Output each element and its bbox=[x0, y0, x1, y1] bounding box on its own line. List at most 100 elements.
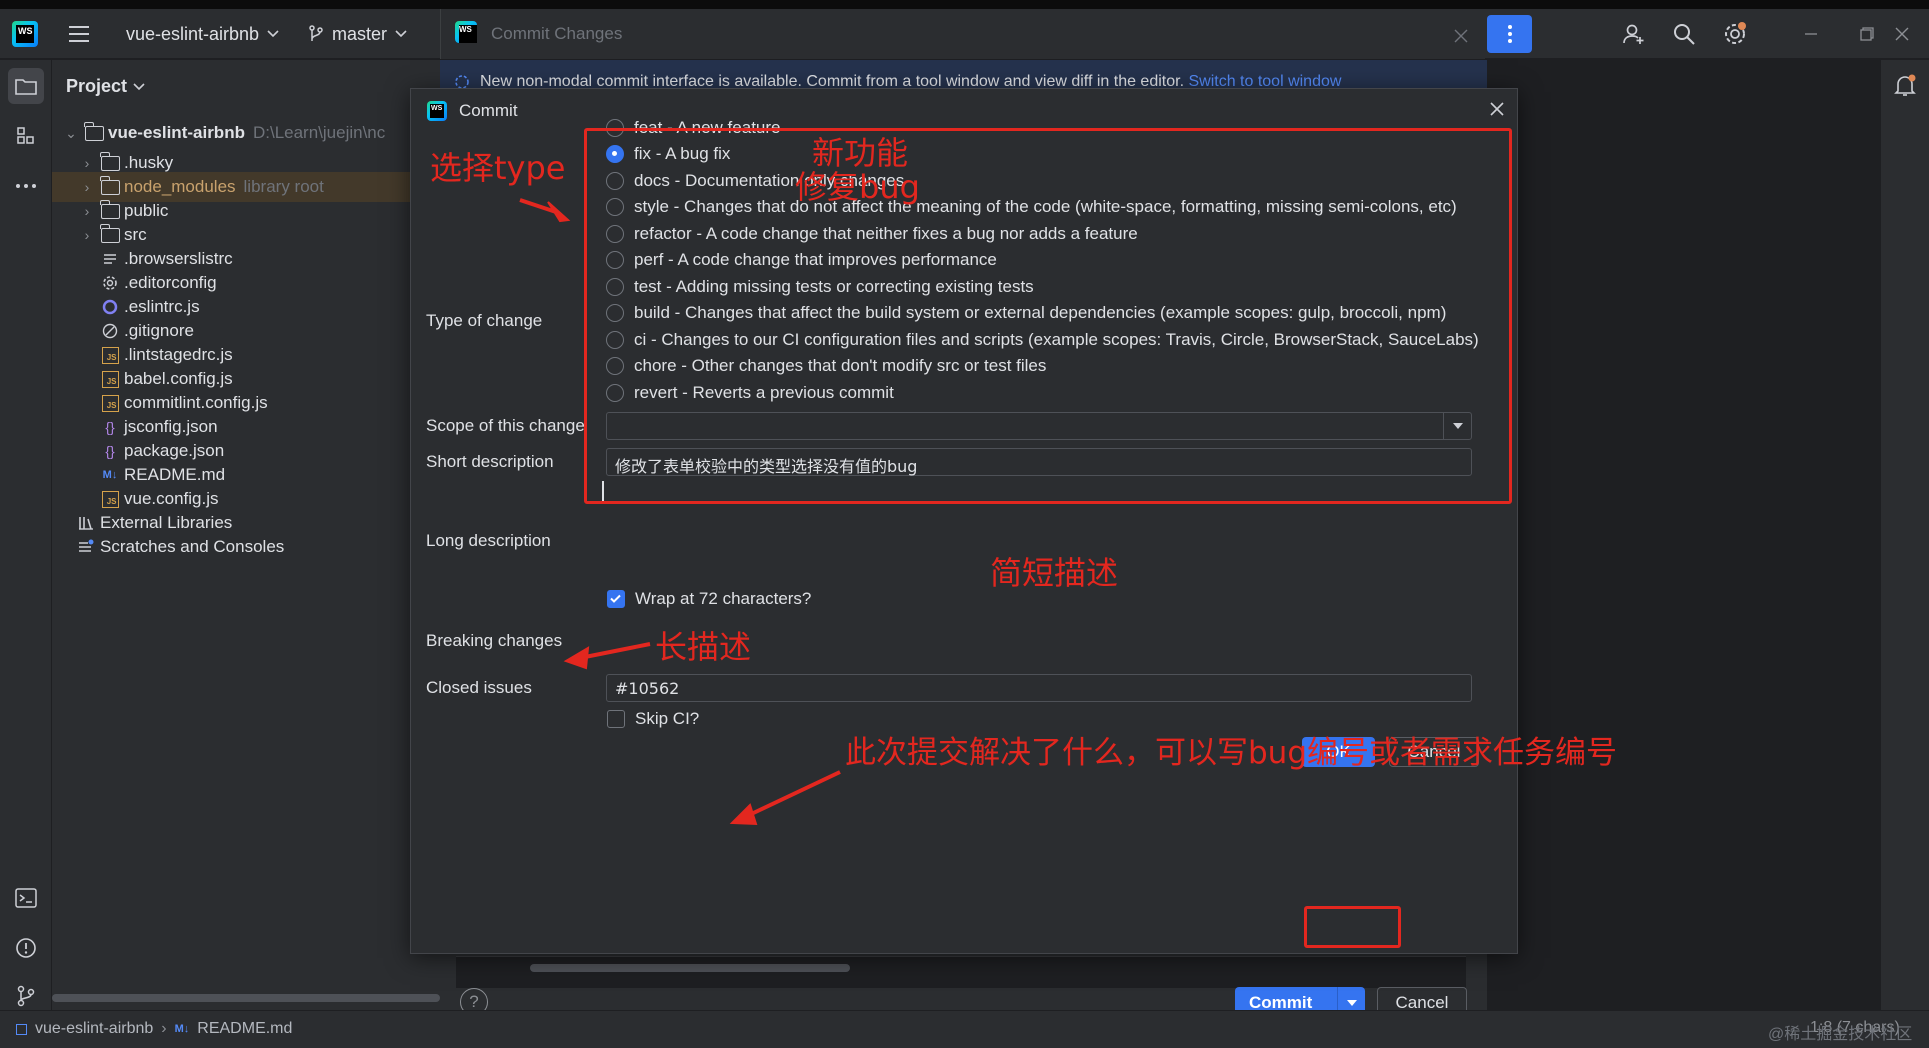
terminal-icon bbox=[15, 888, 37, 908]
notifications-icon[interactable] bbox=[1894, 74, 1916, 98]
scope-label: Scope of this change bbox=[426, 416, 585, 435]
chevron-down-icon bbox=[267, 30, 279, 38]
tree-item-label: .lintstagedrc.js bbox=[124, 345, 233, 364]
hamburger-icon bbox=[69, 26, 89, 42]
app-logo[interactable]: WS bbox=[12, 9, 38, 59]
chevron-down-icon[interactable]: ⌄ bbox=[64, 125, 78, 142]
minimize-button[interactable] bbox=[1804, 9, 1818, 59]
short-description-label: Short description bbox=[426, 452, 554, 471]
git-branch-icon bbox=[17, 985, 35, 1007]
folder-icon bbox=[83, 121, 104, 143]
dialog-app-logo: WS bbox=[427, 101, 447, 121]
ignore-file-icon bbox=[100, 321, 120, 341]
wrap-72-checkbox[interactable] bbox=[607, 590, 625, 608]
dialog-title-bar: WS Commit bbox=[427, 101, 518, 121]
project-horizontal-scrollbar[interactable] bbox=[52, 994, 440, 1002]
help-icon: ? bbox=[469, 992, 479, 1011]
module-icon bbox=[16, 1023, 27, 1035]
tree-item-label: commitlint.config.js bbox=[124, 393, 268, 412]
tree-item-scratches[interactable]: Scratches and Consoles bbox=[52, 532, 440, 562]
search-icon bbox=[1674, 24, 1695, 45]
more-tools-button[interactable] bbox=[8, 168, 44, 204]
search-button[interactable] bbox=[1672, 9, 1696, 59]
markdown-file-icon: M↓ bbox=[102, 469, 118, 481]
tree-item-label: package.json bbox=[124, 441, 225, 460]
markdown-file-icon: M↓ bbox=[174, 1023, 190, 1035]
text-file-icon bbox=[100, 249, 120, 269]
breaking-changes-label: Breaking changes bbox=[426, 631, 563, 650]
annotation-closed-issues-note: 此次提交解决了什么，可以写bug编号或者需求任务编号 bbox=[845, 735, 1618, 771]
tree-item-label: .husky bbox=[124, 153, 174, 172]
project-panel-header[interactable]: Project bbox=[66, 76, 145, 97]
chevron-down-icon bbox=[133, 82, 145, 90]
chevron-right-icon[interactable]: › bbox=[80, 227, 94, 243]
restore-button[interactable] bbox=[1860, 9, 1874, 59]
minimize-icon bbox=[1805, 33, 1817, 35]
project-name: vue-eslint-airbnb bbox=[126, 23, 260, 44]
js-file-icon: JS bbox=[100, 489, 120, 509]
commit-window-logo: WS bbox=[455, 21, 477, 43]
chevron-right-icon[interactable]: › bbox=[80, 179, 94, 195]
long-description-label: Long description bbox=[426, 531, 551, 550]
close-icon[interactable] bbox=[1487, 99, 1507, 119]
tree-item-label: src bbox=[124, 225, 147, 244]
project-tool-button[interactable] bbox=[8, 68, 44, 104]
json-file-icon: {} bbox=[105, 443, 115, 459]
tree-item-root[interactable]: ⌄ vue-eslint-airbnb D:\Learn\juejin\nc bbox=[52, 118, 440, 148]
more-actions-button[interactable] bbox=[1487, 15, 1532, 53]
settings-button[interactable] bbox=[1722, 9, 1748, 59]
breadcrumb-project[interactable]: vue-eslint-airbnb bbox=[35, 1020, 153, 1038]
tree-item-label: .gitignore bbox=[124, 321, 194, 340]
tree-item-label: babel.config.js bbox=[124, 369, 233, 388]
project-panel: Project ⌄ vue-eslint-airbnb D:\Learn\jue… bbox=[52, 60, 440, 1010]
structure-tool-button[interactable] bbox=[8, 118, 44, 154]
breadcrumb: vue-eslint-airbnb › M↓ README.md bbox=[16, 1020, 292, 1038]
user-add-icon bbox=[1623, 24, 1644, 44]
library-icon bbox=[76, 513, 96, 533]
tree-item-label: node_modules bbox=[124, 177, 236, 196]
status-bar: vue-eslint-airbnb › M↓ README.md 1:8 (7 … bbox=[0, 1010, 1929, 1048]
close-icon bbox=[1895, 27, 1909, 41]
terminal-tool-button[interactable] bbox=[8, 880, 44, 916]
ok-button-highlight-box bbox=[1304, 906, 1401, 948]
folder-icon bbox=[99, 223, 120, 245]
closed-issues-label: Closed issues bbox=[426, 678, 532, 697]
tree-item-label: public bbox=[124, 201, 169, 220]
tree-item-label: .browserslistrc bbox=[124, 249, 233, 268]
js-file-icon: JS bbox=[100, 345, 120, 365]
structure-icon bbox=[17, 127, 34, 144]
main-menu-button[interactable] bbox=[68, 9, 90, 59]
breadcrumb-file[interactable]: README.md bbox=[197, 1020, 292, 1038]
json-file-icon: {} bbox=[105, 419, 115, 435]
annotation-short-description: 简短描述 bbox=[990, 554, 1119, 592]
closed-issues-value: #10562 bbox=[615, 679, 680, 698]
branch-name: master bbox=[332, 23, 388, 44]
skip-ci-label: Skip CI? bbox=[635, 709, 700, 728]
close-window-button[interactable] bbox=[1895, 9, 1909, 59]
branch-switcher[interactable]: master bbox=[308, 9, 407, 59]
left-tool-stripe bbox=[0, 60, 52, 1010]
chevron-right-icon[interactable]: › bbox=[80, 203, 94, 219]
project-switcher[interactable]: vue-eslint-airbnb bbox=[126, 9, 279, 59]
git-tool-button[interactable] bbox=[8, 978, 44, 1014]
closed-issues-input[interactable]: #10562 bbox=[606, 674, 1472, 702]
folder-icon bbox=[15, 79, 37, 95]
tree-item-label: .eslintrc.js bbox=[124, 297, 200, 316]
type-options-highlight-box bbox=[584, 128, 1512, 504]
annotation-fix-bug: 修复bug bbox=[795, 168, 920, 206]
wrap-72-checkbox-row[interactable]: Wrap at 72 characters? bbox=[607, 586, 811, 612]
skip-ci-checkbox-row[interactable]: Skip CI? bbox=[607, 706, 699, 732]
diff-editor-strip bbox=[456, 956, 1466, 988]
dialog-title: Commit bbox=[459, 101, 518, 120]
close-icon[interactable] bbox=[1454, 29, 1468, 43]
commit-changes-title: Commit Changes bbox=[491, 24, 623, 43]
config-gear-icon bbox=[100, 273, 120, 293]
tree-item-path-hint: D:\Learn\juejin\nc bbox=[252, 123, 386, 142]
diff-horizontal-scrollbar[interactable] bbox=[530, 964, 850, 972]
tree-item-label: Scratches and Consoles bbox=[100, 537, 285, 556]
account-button[interactable] bbox=[1622, 9, 1646, 59]
chevron-right-icon[interactable]: › bbox=[80, 155, 94, 171]
warning-circle-icon bbox=[16, 938, 36, 958]
problems-tool-button[interactable] bbox=[8, 930, 44, 966]
skip-ci-checkbox[interactable] bbox=[607, 710, 625, 728]
